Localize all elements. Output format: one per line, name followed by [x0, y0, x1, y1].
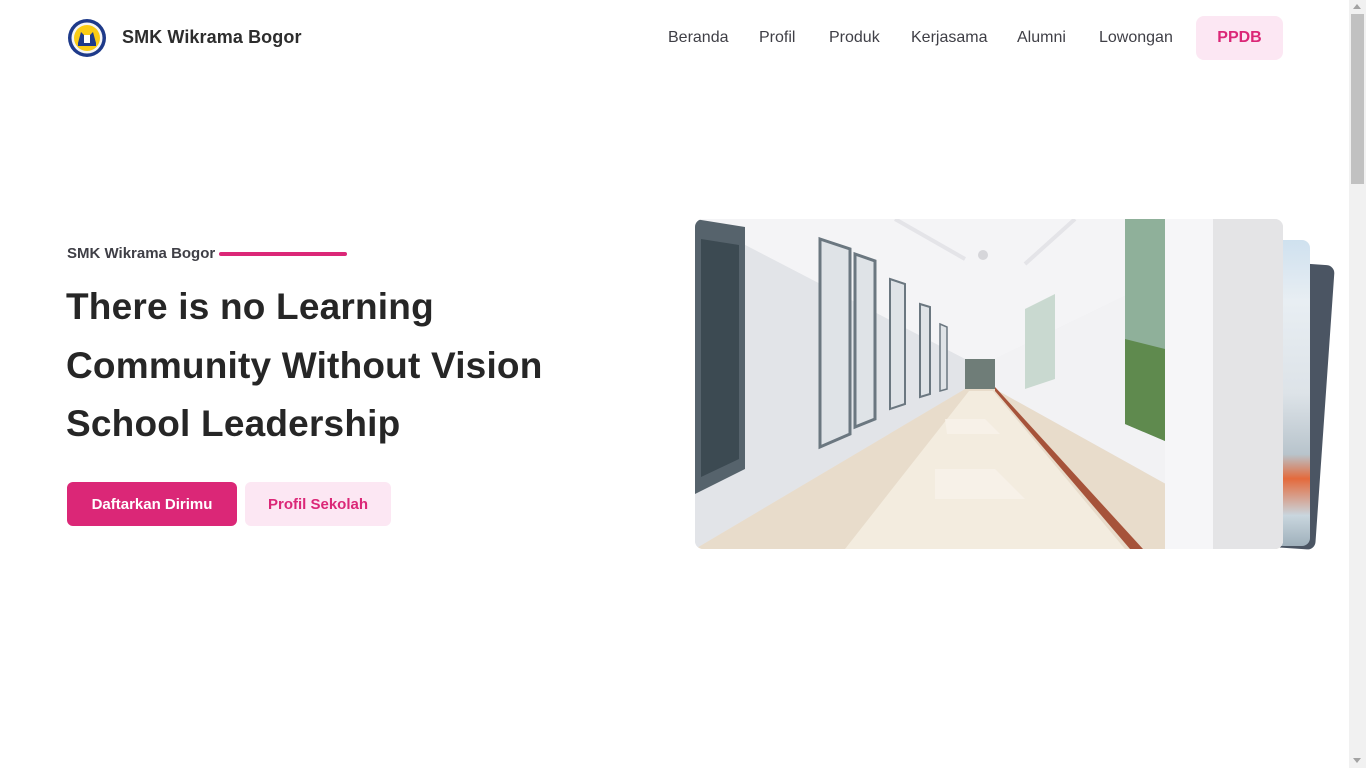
brand-name[interactable]: SMK Wikrama Bogor [122, 27, 302, 48]
register-button[interactable]: Daftarkan Dirimu [67, 482, 237, 526]
nav-item-lowongan[interactable]: Lowongan [1099, 29, 1173, 47]
headline-line-1: There is no Learning [66, 286, 434, 327]
nav-item-produk[interactable]: Produk [829, 29, 880, 47]
hero-headline: There is no Learning Community Without V… [66, 278, 626, 454]
school-profile-button[interactable]: Profil Sekolah [245, 482, 391, 526]
scroll-down-arrow-icon[interactable] [1353, 758, 1361, 763]
nav-item-beranda[interactable]: Beranda [668, 29, 729, 47]
school-corridor-photo [695, 219, 1283, 549]
scrollbar-thumb[interactable] [1351, 14, 1364, 184]
nav-item-alumni[interactable]: Alumni [1017, 29, 1066, 47]
headline-line-2: Community Without Vision [66, 344, 543, 386]
nav-item-kerjasama[interactable]: Kerjasama [911, 29, 987, 47]
headline-line-3: School Leadership [66, 403, 401, 444]
nav-item-profil[interactable]: Profil [759, 29, 795, 47]
scroll-up-arrow-icon[interactable] [1353, 4, 1361, 9]
site-header: SMK Wikrama Bogor Beranda Profil Produk … [0, 0, 1349, 78]
ppdb-button[interactable]: PPDB [1196, 16, 1283, 60]
school-logo-icon[interactable] [67, 18, 107, 58]
eyebrow-accent-line [219, 252, 347, 256]
hero-eyebrow: SMK Wikrama Bogor [67, 245, 216, 262]
